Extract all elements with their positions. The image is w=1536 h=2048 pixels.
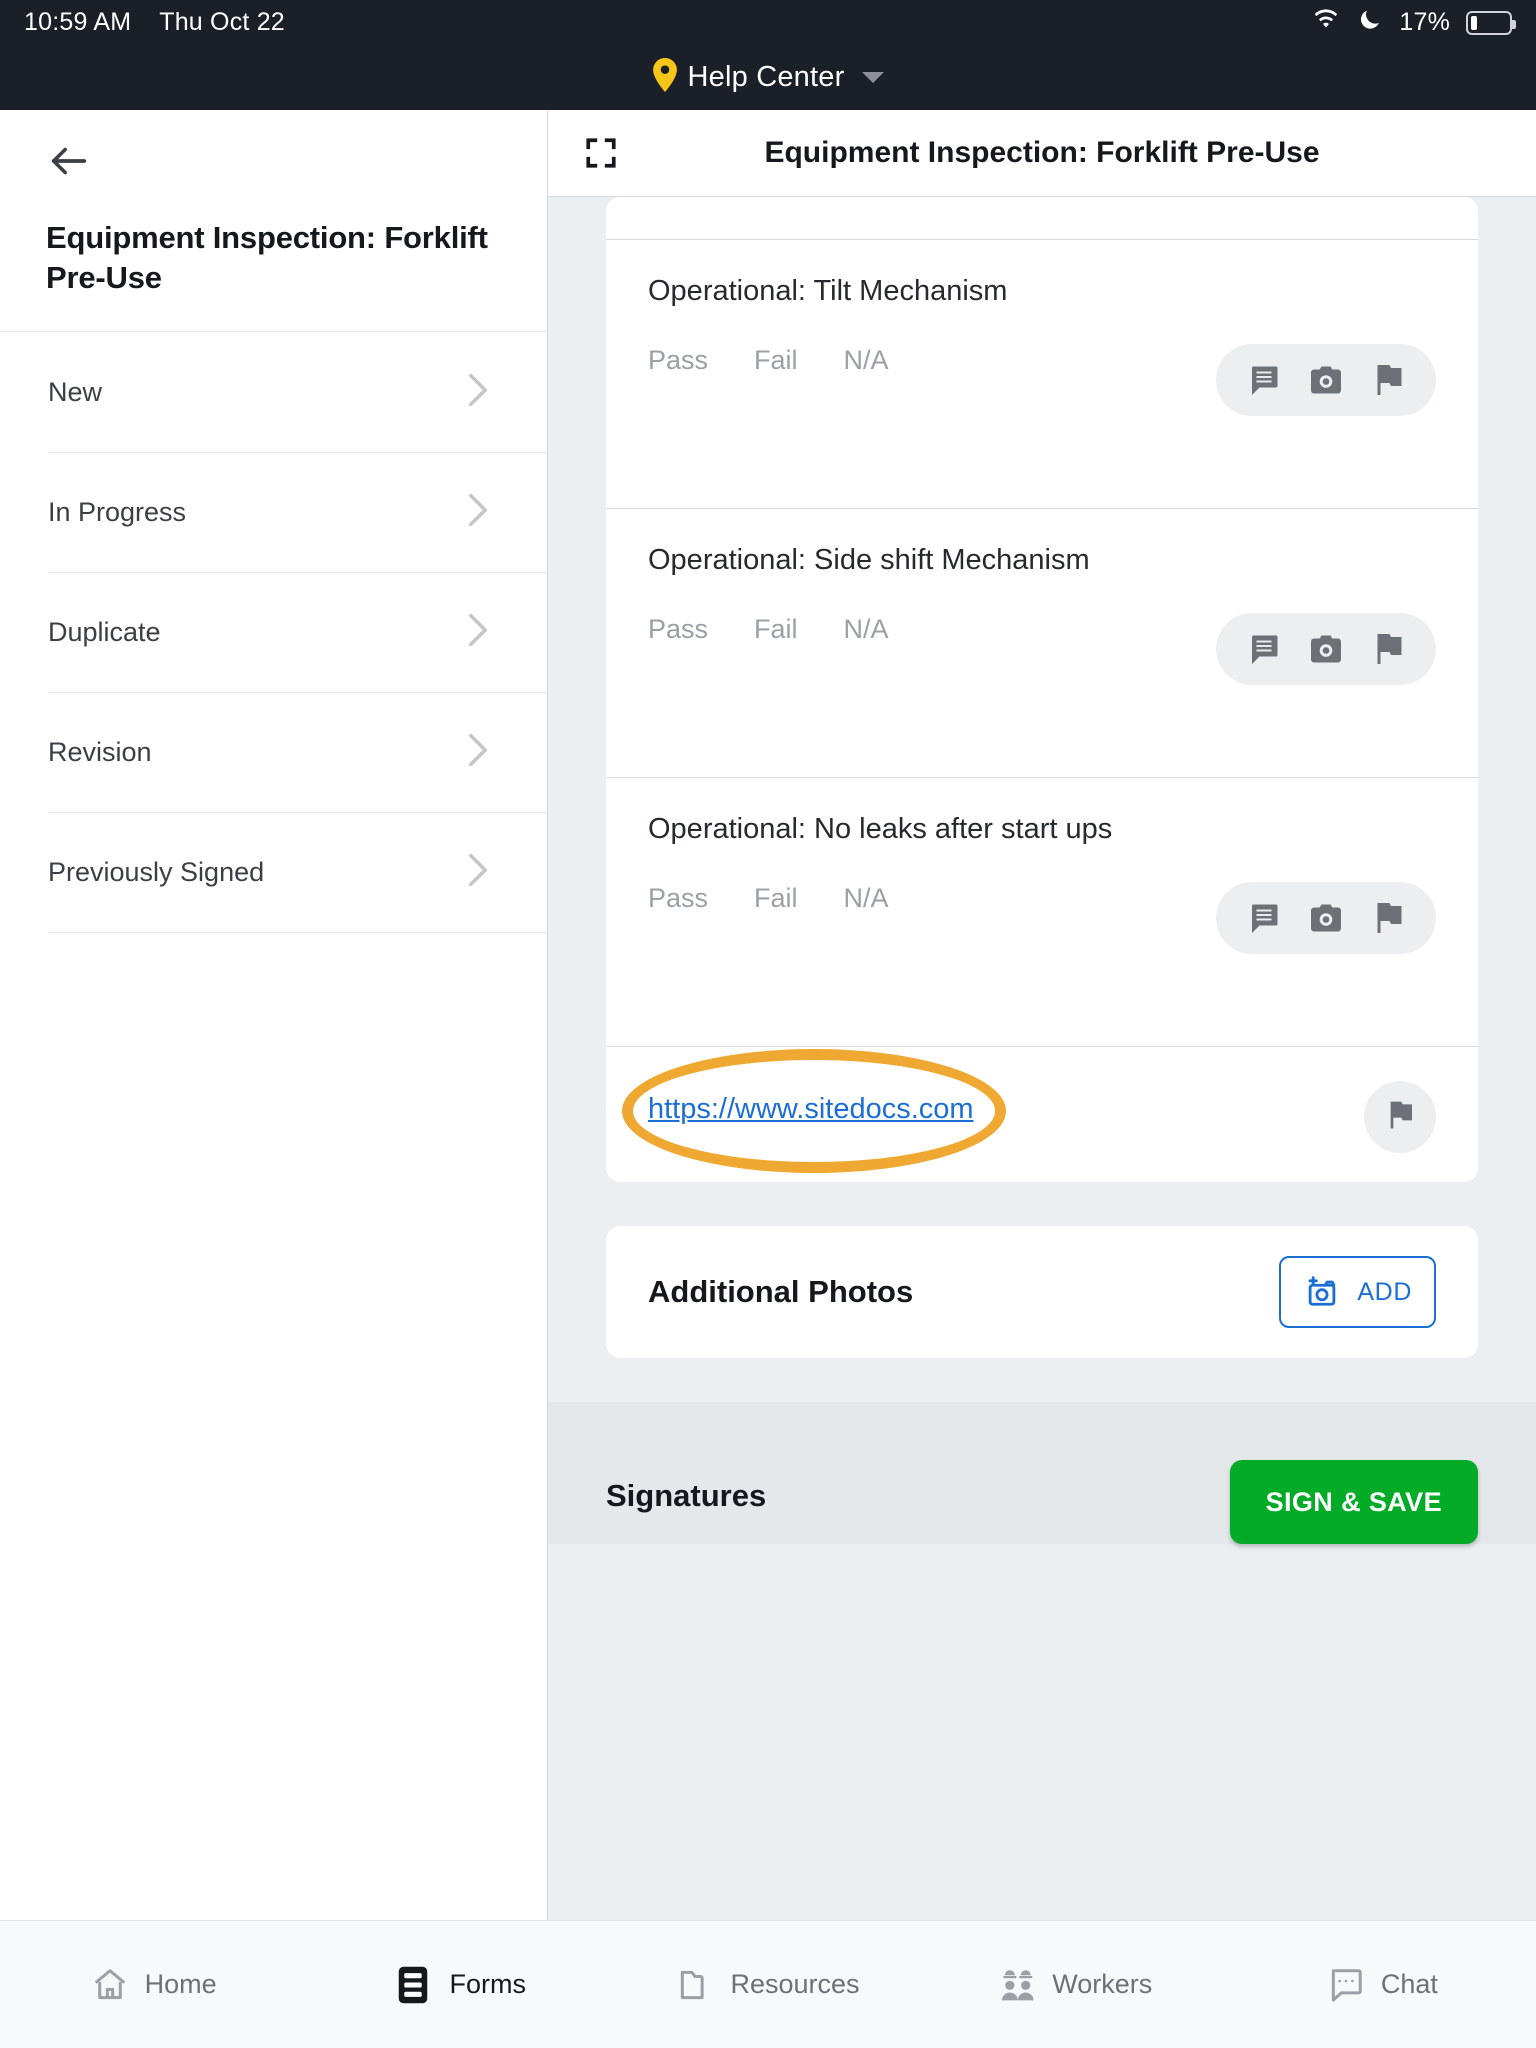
additional-photos-title: Additional Photos	[648, 1274, 914, 1309]
fullscreen-expand-icon[interactable]	[584, 136, 618, 170]
content-panel: Equipment Inspection: Forklift Pre-Use O…	[548, 110, 1536, 1920]
option-pass[interactable]: Pass	[648, 883, 708, 914]
flag-icon[interactable]	[1370, 900, 1406, 936]
sidebar-list: New In Progress Duplicate Revision Previ…	[0, 332, 547, 933]
external-link[interactable]: https://www.sitedocs.com	[648, 1093, 974, 1126]
link-row: https://www.sitedocs.com	[606, 1046, 1478, 1182]
workers-hardhat-icon	[998, 1966, 1036, 2004]
home-icon	[91, 1966, 129, 2004]
flag-icon[interactable]	[1370, 631, 1406, 667]
option-pass[interactable]: Pass	[648, 345, 708, 376]
nav-label: Forms	[449, 1969, 527, 1999]
sidebar-item-revision[interactable]: Revision	[0, 692, 547, 812]
sidebar-item-previously-signed[interactable]: Previously Signed	[0, 812, 547, 932]
chevron-right-icon	[467, 372, 489, 413]
checklist-item: Operational: Tilt Mechanism Pass Fail N/…	[606, 240, 1478, 508]
bottom-navigation: Home Forms Resources Workers Chat	[0, 1920, 1536, 2048]
comment-icon[interactable]	[1246, 362, 1282, 398]
form-scroll-area[interactable]: Operational: Tilt Mechanism Pass Fail N/…	[548, 197, 1536, 1920]
camera-icon[interactable]	[1308, 631, 1344, 667]
battery-icon	[1466, 10, 1516, 35]
option-na[interactable]: N/A	[844, 883, 889, 914]
sidebar-header: Equipment Inspection: Forklift Pre-Use	[0, 110, 547, 333]
chevron-right-icon	[467, 612, 489, 653]
battery-percent: 17%	[1399, 8, 1450, 36]
add-photo-button[interactable]: ADD	[1279, 1256, 1436, 1328]
option-na[interactable]: N/A	[844, 614, 889, 645]
checklist-item: Operational: Side shift Mechanism Pass F…	[606, 508, 1478, 777]
status-date: Thu Oct 22	[159, 8, 285, 36]
option-fail[interactable]: Fail	[754, 614, 798, 645]
option-fail[interactable]: Fail	[754, 345, 798, 376]
page-title: Equipment Inspection: Forklift Pre-Use	[764, 136, 1320, 169]
signatures-title: Signatures	[606, 1478, 767, 1513]
flag-icon[interactable]	[1370, 362, 1406, 398]
chat-bubble-icon	[1327, 1966, 1365, 2004]
checklist-actions	[1216, 344, 1436, 416]
app-header: Help Center	[0, 45, 1536, 110]
sidebar: Equipment Inspection: Forklift Pre-Use N…	[0, 110, 548, 1920]
nav-item-forms[interactable]: Forms	[307, 1966, 614, 2004]
help-center-label[interactable]: Help Center	[688, 61, 845, 94]
camera-icon[interactable]	[1308, 362, 1344, 398]
checklist-actions	[1216, 882, 1436, 954]
checklist-item: Operational: No leaks after start ups Pa…	[606, 777, 1478, 1046]
back-arrow-icon[interactable]	[46, 138, 92, 184]
option-fail[interactable]: Fail	[754, 883, 798, 914]
location-pin-icon	[652, 58, 678, 97]
sidebar-item-label: Duplicate	[48, 616, 161, 647]
sidebar-item-new[interactable]: New	[0, 332, 547, 452]
sidebar-item-label: In Progress	[48, 496, 187, 527]
sidebar-title: Equipment Inspection: Forklift Pre-Use	[46, 220, 488, 295]
checklist-actions	[1216, 613, 1436, 685]
option-pass[interactable]: Pass	[648, 614, 708, 645]
additional-photos-card: Additional Photos ADD	[606, 1226, 1478, 1358]
camera-icon[interactable]	[1308, 900, 1344, 936]
content-header: Equipment Inspection: Forklift Pre-Use	[548, 110, 1536, 197]
chevron-right-icon	[467, 492, 489, 533]
add-photo-label: ADD	[1357, 1277, 1412, 1306]
checklist-item-label: Operational: No leaks after start ups	[648, 813, 1113, 845]
option-na[interactable]: N/A	[844, 345, 889, 376]
nav-label: Home	[144, 1969, 217, 1999]
nav-label: Workers	[1052, 1969, 1153, 1999]
do-not-disturb-moon-icon	[1357, 6, 1383, 39]
sidebar-item-in-progress[interactable]: In Progress	[0, 452, 547, 572]
sidebar-item-label: Revision	[48, 736, 152, 767]
sidebar-item-duplicate[interactable]: Duplicate	[0, 572, 547, 692]
sign-and-save-button[interactable]: SIGN & SAVE	[1229, 1460, 1478, 1544]
comment-icon[interactable]	[1246, 900, 1282, 936]
checklist-card: Operational: Tilt Mechanism Pass Fail N/…	[606, 197, 1478, 1182]
sidebar-item-label: New	[48, 376, 103, 407]
comment-icon[interactable]	[1246, 631, 1282, 667]
folder-icon	[676, 1966, 714, 2004]
nav-item-workers[interactable]: Workers	[922, 1966, 1229, 2004]
signatures-section: Signatures SIGN & SAVE	[548, 1402, 1536, 1544]
add-photo-icon	[1303, 1271, 1341, 1314]
nav-label: Resources	[730, 1969, 860, 1999]
nav-item-home[interactable]: Home	[0, 1966, 307, 2004]
checklist-item-label: Operational: Side shift Mechanism	[648, 544, 1090, 576]
wifi-icon	[1311, 7, 1341, 38]
forms-list-icon	[396, 1966, 434, 2004]
status-time: 10:59 AM	[24, 8, 132, 36]
sidebar-item-label: Previously Signed	[48, 856, 265, 887]
flag-button[interactable]	[1364, 1081, 1436, 1153]
chevron-right-icon	[467, 732, 489, 773]
nav-item-chat[interactable]: Chat	[1229, 1966, 1536, 2004]
flag-icon	[1384, 1099, 1416, 1136]
chevron-down-icon[interactable]	[862, 72, 885, 83]
nav-label: Chat	[1380, 1969, 1438, 1999]
nav-item-resources[interactable]: Resources	[614, 1966, 921, 2004]
chevron-right-icon	[467, 852, 489, 893]
checklist-item-label: Operational: Tilt Mechanism	[648, 275, 1008, 307]
status-bar: 10:59 AM Thu Oct 22 17%	[0, 0, 1536, 45]
